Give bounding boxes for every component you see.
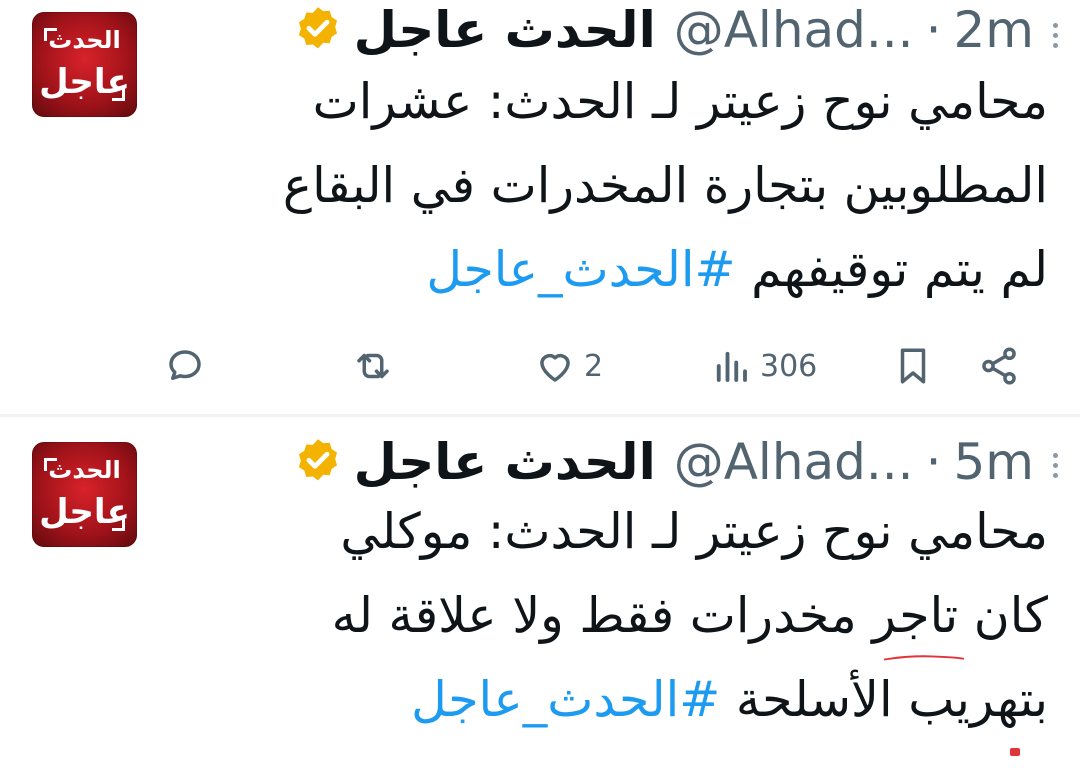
tweet-text-line: محامي نوح زعيتر لـ الحدث: موكلي (340, 503, 1048, 560)
bookmark-button[interactable] (892, 336, 934, 396)
retweet-icon (357, 353, 389, 379)
underlined-text: تاجر مخدرات فقط (579, 587, 959, 644)
tweet-text: محامي نوح زعيتر لـ الحدث: عشرات المطلوبي… (218, 60, 1048, 312)
tweet-text-line: محامي نوح زعيتر لـ الحدث: عشرات (312, 73, 1048, 130)
avatar-logo-top: الحدث (48, 456, 121, 484)
retweet-button[interactable] (352, 336, 394, 396)
logo-bracket (112, 518, 125, 531)
tweet-text-segment: كان (973, 587, 1048, 644)
tweet-card[interactable]: الحدث عاجل الحدث عاجل @Alhad... · 2m محا… (0, 0, 1080, 414)
annotation-mark (1010, 748, 1020, 756)
verified-badge-icon (298, 439, 337, 481)
avatar-logo-top: الحدث (48, 26, 121, 54)
view-count: 306 (760, 348, 818, 384)
tweet-header: الحدث عاجل @Alhad... · 2m (292, 0, 1034, 60)
author-handle[interactable]: @Alhad... (674, 433, 914, 491)
avatar[interactable]: الحدث عاجل (32, 12, 137, 117)
like-count: 2 (584, 348, 604, 384)
tweet-card[interactable]: الحدث عاجل الحدث عاجل @Alhad... · 5m محا… (0, 418, 1080, 771)
author-name[interactable]: الحدث عاجل (354, 433, 656, 491)
action-bar: 2 306 (0, 336, 1080, 396)
author-name[interactable]: الحدث عاجل (354, 1, 656, 59)
share-icon (982, 347, 1016, 385)
share-button[interactable] (978, 336, 1020, 396)
reply-button[interactable] (164, 336, 206, 396)
timestamp[interactable]: 2m (953, 1, 1034, 59)
tweet-text-line: كان تاجر مخدرات فقط ولا علاقة له (218, 574, 1048, 661)
hashtag-link[interactable]: #الحدث_عاجل (426, 241, 735, 298)
views-button[interactable]: 306 (710, 336, 817, 396)
bookmark-icon (900, 348, 926, 384)
logo-bracket (112, 88, 125, 101)
timestamp[interactable]: 5m (953, 433, 1034, 491)
tweet-text-line: بتهريب الأسلحة #الحدث_عاجل (218, 658, 1048, 742)
author-handle[interactable]: @Alhad... (674, 1, 914, 59)
more-options-icon[interactable] (1040, 10, 1070, 60)
more-options-icon[interactable] (1040, 440, 1070, 490)
tweet-text-line: لم يتم توقيفهم #الحدث_عاجل (218, 228, 1048, 312)
separator: · (925, 1, 942, 59)
separator: · (925, 433, 942, 491)
like-button[interactable]: 2 (534, 336, 603, 396)
verified-badge-icon (298, 7, 337, 49)
tweet-text-segment: لم يتم توقيفهم (751, 241, 1048, 298)
reply-icon (169, 350, 201, 380)
tweet-text-segment: بتهريب الأسلحة (735, 671, 1048, 728)
tweet-text-segment: ولا علاقة له (331, 587, 564, 644)
red-underline-annotation (884, 655, 965, 661)
heart-icon (540, 353, 570, 382)
views-chart-icon (716, 351, 747, 382)
avatar[interactable]: الحدث عاجل (32, 442, 137, 547)
tweet-divider (0, 414, 1080, 417)
tweet-header: الحدث عاجل @Alhad... · 5m (292, 432, 1034, 492)
hashtag-link[interactable]: #الحدث_عاجل (411, 671, 720, 728)
tweet-text-line: المطلوبين بتجارة المخدرات في البقاع (282, 157, 1048, 214)
underlined-phrase: تاجر مخدرات فقط (579, 574, 965, 661)
tweet-text: محامي نوح زعيتر لـ الحدث: موكلي كان تاجر… (218, 490, 1048, 742)
